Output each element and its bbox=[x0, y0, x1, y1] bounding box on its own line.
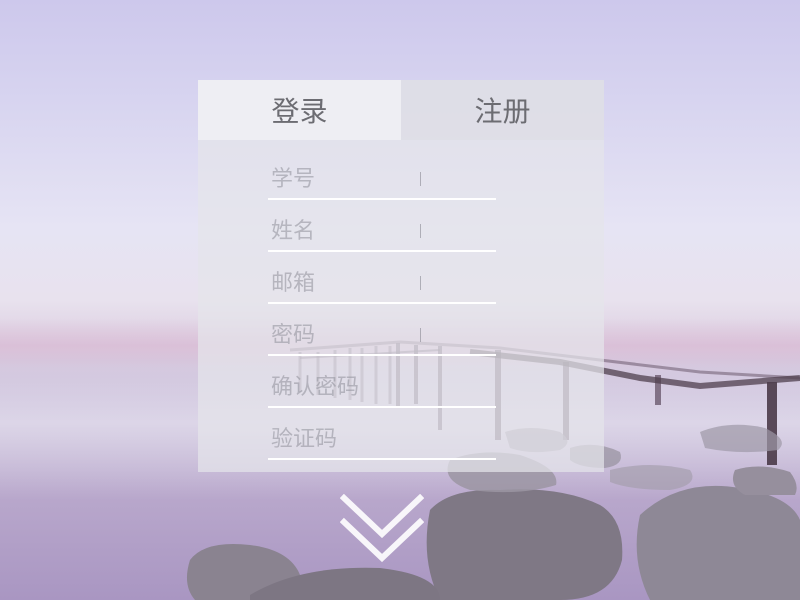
name-input[interactable] bbox=[268, 214, 494, 248]
captcha-field bbox=[268, 418, 496, 470]
text-caret bbox=[420, 172, 421, 186]
student-id-input[interactable] bbox=[268, 162, 494, 196]
confirm-password-field bbox=[268, 366, 496, 418]
auth-panel: 登录 注册 bbox=[198, 80, 604, 472]
student-id-field bbox=[268, 158, 496, 210]
input-underline bbox=[268, 354, 496, 356]
email-input[interactable] bbox=[268, 266, 494, 300]
name-field bbox=[268, 210, 496, 262]
input-underline bbox=[268, 406, 496, 408]
login-page: 登录 注册 bbox=[0, 0, 800, 600]
text-caret bbox=[420, 276, 421, 290]
register-form bbox=[268, 158, 496, 470]
email-field bbox=[268, 262, 496, 314]
input-underline bbox=[268, 250, 496, 252]
confirm-password-input[interactable] bbox=[268, 370, 494, 404]
double-chevron-down-icon[interactable] bbox=[339, 493, 425, 564]
text-caret bbox=[420, 328, 421, 342]
input-underline bbox=[268, 302, 496, 304]
auth-tabs: 登录 注册 bbox=[198, 80, 604, 140]
tab-register[interactable]: 注册 bbox=[401, 80, 604, 140]
password-input[interactable] bbox=[268, 318, 494, 352]
input-underline bbox=[268, 458, 496, 460]
input-underline bbox=[268, 198, 496, 200]
text-caret bbox=[420, 224, 421, 238]
password-field bbox=[268, 314, 496, 366]
tab-login[interactable]: 登录 bbox=[198, 80, 401, 140]
captcha-input[interactable] bbox=[268, 422, 494, 456]
